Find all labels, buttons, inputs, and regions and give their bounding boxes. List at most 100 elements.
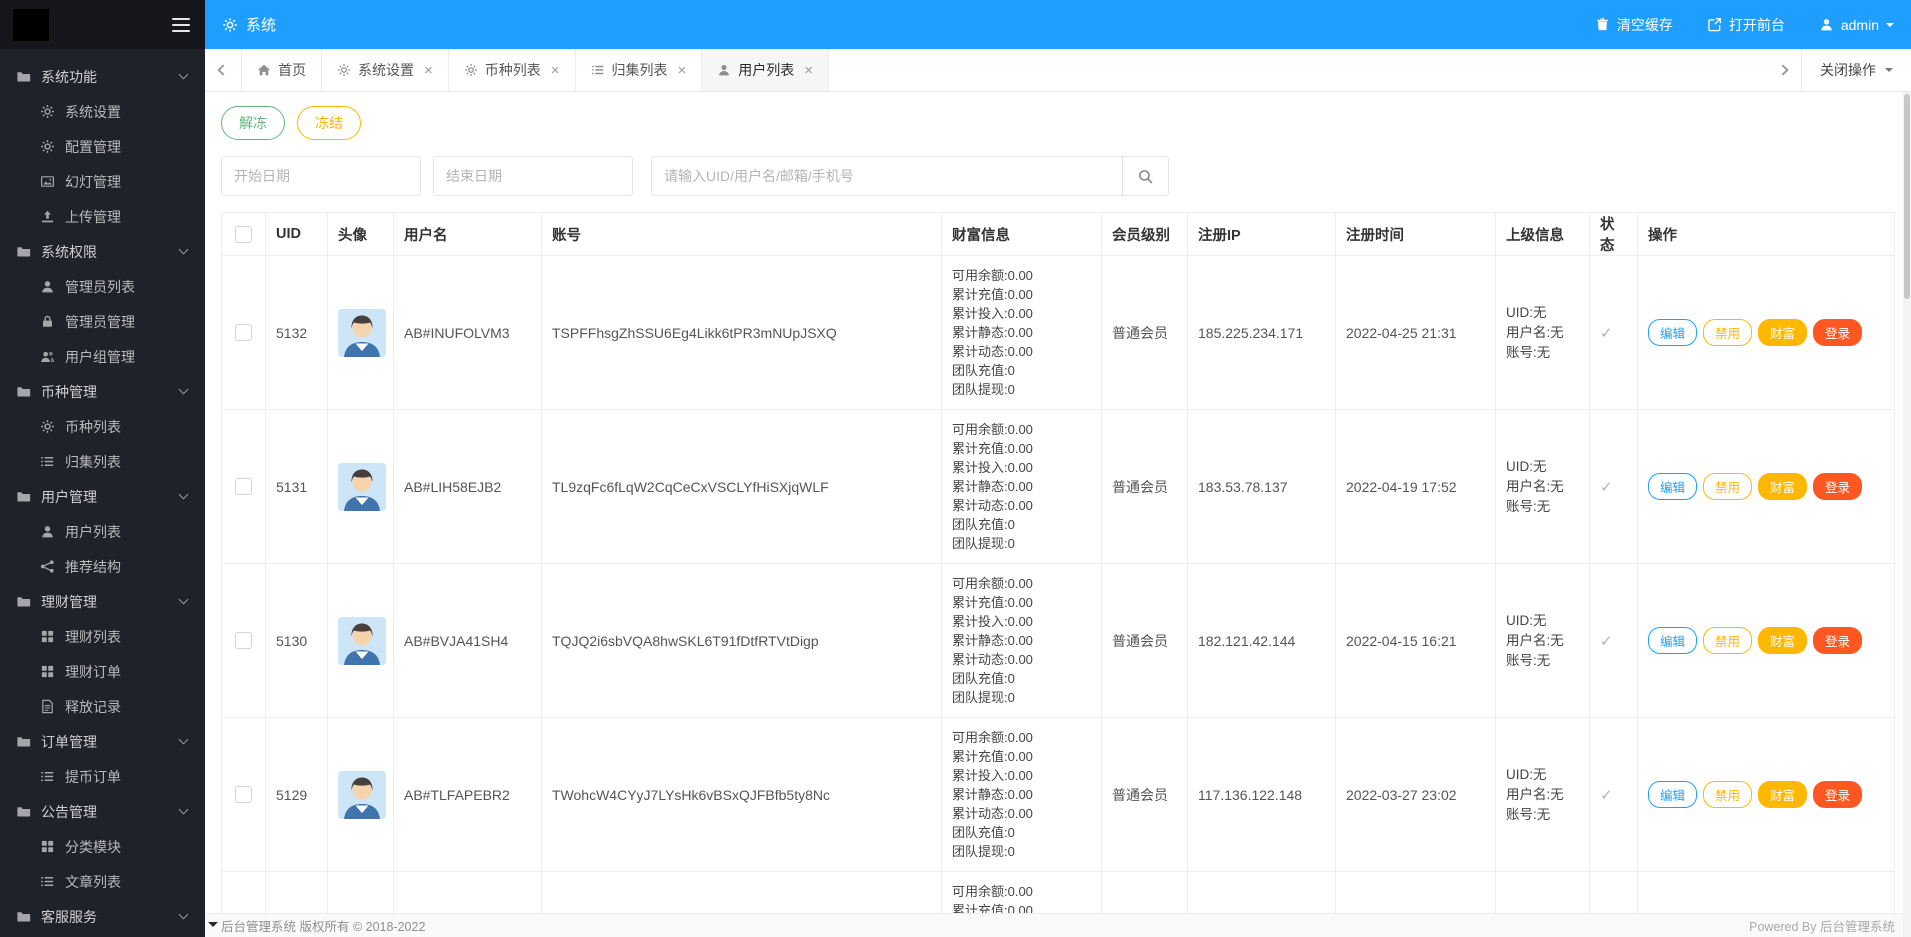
wealth-line: 累计充值:0.00 xyxy=(952,749,1033,764)
uid-cell: 5132 xyxy=(265,255,328,410)
close-icon[interactable]: × xyxy=(424,63,433,78)
select-all-checkbox[interactable] xyxy=(235,225,252,243)
edit-button[interactable]: 编辑 xyxy=(1648,473,1698,500)
search-input[interactable] xyxy=(651,156,1123,196)
row-checkbox[interactable] xyxy=(235,324,252,342)
login-button[interactable]: 登录 xyxy=(1813,319,1863,346)
tab[interactable]: 归集列表 × xyxy=(576,49,703,91)
share-icon xyxy=(40,559,55,574)
close-icon[interactable]: × xyxy=(678,63,687,78)
login-button[interactable]: 登录 xyxy=(1813,627,1863,654)
level-cell: 普通会员 xyxy=(1101,717,1188,872)
external-link-icon xyxy=(1707,17,1722,32)
sidebar-item[interactable]: 幻灯管理 xyxy=(0,164,205,199)
close-icon[interactable]: × xyxy=(804,63,813,78)
wealth-button[interactable]: 财富 xyxy=(1758,627,1808,654)
sidebar-item[interactable]: 提币订单 xyxy=(0,759,205,794)
sidebar-item-label: 系统功能 xyxy=(41,68,97,85)
edit-button[interactable]: 编辑 xyxy=(1648,319,1698,346)
login-button[interactable]: 登录 xyxy=(1813,781,1863,808)
start-date-input[interactable] xyxy=(221,156,421,196)
wealth-line: 累计动态:0.00 xyxy=(952,498,1033,513)
grid-icon xyxy=(40,839,55,854)
unfreeze-button[interactable]: 解冻 xyxy=(221,106,285,140)
disable-button[interactable]: 禁用 xyxy=(1703,781,1753,808)
admin-user-menu[interactable]: admin xyxy=(1802,0,1911,49)
row-checkbox[interactable] xyxy=(235,478,252,496)
scrollbar-thumb[interactable] xyxy=(1904,94,1910,299)
end-date-input[interactable] xyxy=(433,156,633,196)
sidebar-item-label: 理财列表 xyxy=(65,628,121,645)
tab[interactable]: 首页 xyxy=(241,49,322,91)
gear-icon xyxy=(222,17,238,33)
disable-button[interactable]: 禁用 xyxy=(1703,473,1753,500)
menu-toggle-button[interactable] xyxy=(170,14,192,36)
sidebar-item[interactable]: 理财订单 xyxy=(0,654,205,689)
row-actions: 编辑 禁用 财富 登录 xyxy=(1637,255,1895,410)
tab[interactable]: 用户列表 × xyxy=(702,49,830,91)
sidebar-item-label: 管理员管理 xyxy=(65,313,135,330)
sidebar-item[interactable]: 释放记录 xyxy=(0,689,205,724)
sidebar-item[interactable]: 配置管理 xyxy=(0,129,205,164)
user-icon xyxy=(40,279,55,294)
sidebar-item[interactable]: 客服服务 xyxy=(0,899,205,934)
folder-icon xyxy=(16,69,31,84)
parent-info-line: 用户名:无 xyxy=(1506,632,1564,648)
close-icon[interactable]: × xyxy=(551,63,560,78)
parent-info-line: UID:无 xyxy=(1506,612,1547,628)
sidebar-item[interactable]: 文章列表 xyxy=(0,864,205,899)
tabs-scroll-right-button[interactable] xyxy=(1765,49,1801,91)
sidebar-item[interactable]: 管理员列表 xyxy=(0,269,205,304)
column-header: 注册时间 xyxy=(1335,212,1496,256)
sidebar-item[interactable]: 上传管理 xyxy=(0,199,205,234)
vertical-scrollbar[interactable] xyxy=(1903,92,1911,937)
sidebar-item[interactable]: 推荐结构 xyxy=(0,549,205,584)
edit-button[interactable]: 编辑 xyxy=(1648,781,1698,808)
clear-cache-button[interactable]: 清空缓存 xyxy=(1578,0,1690,49)
sidebar-item[interactable]: 用户管理 xyxy=(0,479,205,514)
wealth-line: 累计静态:0.00 xyxy=(952,479,1033,494)
sidebar-item[interactable]: 系统权限 xyxy=(0,234,205,269)
row-checkbox[interactable] xyxy=(235,786,252,804)
wealth-button[interactable]: 财富 xyxy=(1758,319,1808,346)
sidebar-item[interactable]: 币种管理 xyxy=(0,374,205,409)
sidebar-item[interactable]: 系统功能 xyxy=(0,59,205,94)
home-icon xyxy=(257,63,271,77)
edit-button[interactable]: 编辑 xyxy=(1648,627,1698,654)
tab[interactable]: 系统设置 × xyxy=(322,49,449,91)
tabs-scroll-left-button[interactable] xyxy=(205,49,241,91)
main-content: 解冻 冻结 UID头像用户名账号财富信息会员级别注册IP注册时间上级信息状态操作… xyxy=(205,92,1911,913)
sidebar-item[interactable]: 系统设置 xyxy=(0,94,205,129)
sidebar-item-label: 理财管理 xyxy=(41,593,97,610)
wealth-button[interactable]: 财富 xyxy=(1758,781,1808,808)
sidebar-item[interactable]: 分类模块 xyxy=(0,829,205,864)
search-button[interactable] xyxy=(1123,156,1169,196)
tab[interactable]: 币种列表 × xyxy=(449,49,576,91)
login-button[interactable]: 登录 xyxy=(1813,473,1863,500)
wealth-button[interactable]: 财富 xyxy=(1758,473,1808,500)
disable-button[interactable]: 禁用 xyxy=(1703,319,1753,346)
parent-info-line: 账号:无 xyxy=(1506,806,1551,822)
sidebar-item[interactable]: 理财管理 xyxy=(0,584,205,619)
disable-button[interactable]: 禁用 xyxy=(1703,627,1753,654)
sidebar-item[interactable]: 管理员管理 xyxy=(0,304,205,339)
table-row: 可用余额:0.00累计充值:0.00累计投入:0.00累计静态:0.00累计动态… xyxy=(221,871,1895,913)
open-frontend-button[interactable]: 打开前台 xyxy=(1690,0,1802,49)
sidebar-item[interactable]: 归集列表 xyxy=(0,444,205,479)
row-checkbox[interactable] xyxy=(235,632,252,650)
freeze-button[interactable]: 冻结 xyxy=(297,106,361,140)
sidebar-item[interactable]: 公告管理 xyxy=(0,794,205,829)
sidebar-item[interactable]: 用户组管理 xyxy=(0,339,205,374)
sidebar-item-label: 用户管理 xyxy=(41,488,97,505)
sidebar-item[interactable]: 理财列表 xyxy=(0,619,205,654)
parent-info: UID:无 用户名:无 账号:无 xyxy=(1506,303,1579,363)
wealth-line: 累计动态:0.00 xyxy=(952,344,1033,359)
username-cell: AB#LIH58EJB2 xyxy=(393,409,542,564)
level-cell: 普通会员 xyxy=(1101,409,1188,564)
close-operations-dropdown[interactable]: 关闭操作 xyxy=(1801,49,1911,91)
sidebar-item[interactable]: 订单管理 xyxy=(0,724,205,759)
chevron-down-icon xyxy=(178,384,189,395)
sidebar-item[interactable]: 用户列表 xyxy=(0,514,205,549)
header-actions: 清空缓存 打开前台 admin xyxy=(1578,0,1911,49)
sidebar-item[interactable]: 币种列表 xyxy=(0,409,205,444)
